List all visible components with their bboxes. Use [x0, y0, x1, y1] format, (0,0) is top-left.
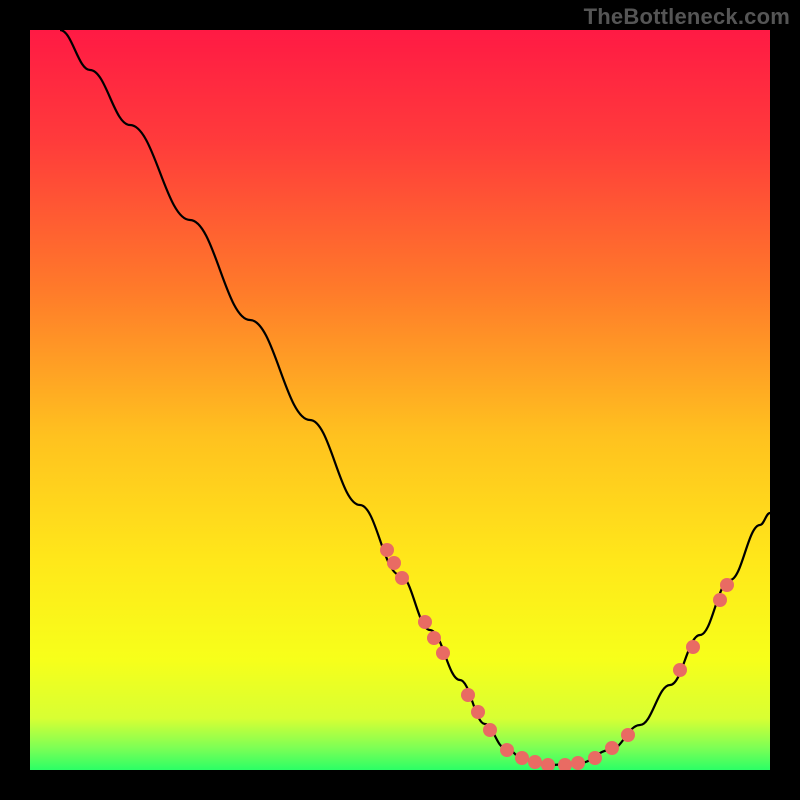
marker-dot [483, 723, 497, 737]
marker-dot [673, 663, 687, 677]
marker-dot [605, 741, 619, 755]
marker-dot [380, 543, 394, 557]
marker-dot [427, 631, 441, 645]
marker-dot [528, 755, 542, 769]
marker-dot [571, 756, 585, 770]
credit-text: TheBottleneck.com [584, 4, 790, 30]
marker-dot [686, 640, 700, 654]
gradient-background [30, 30, 770, 770]
plot-area [30, 30, 770, 770]
marker-dot [387, 556, 401, 570]
marker-dot [515, 751, 529, 765]
marker-dot [418, 615, 432, 629]
marker-dot [461, 688, 475, 702]
marker-dot [436, 646, 450, 660]
marker-dot [713, 593, 727, 607]
marker-dot [621, 728, 635, 742]
marker-dot [720, 578, 734, 592]
marker-dot [395, 571, 409, 585]
marker-dot [500, 743, 514, 757]
marker-dot [471, 705, 485, 719]
chart-svg [30, 30, 770, 770]
marker-dot [588, 751, 602, 765]
